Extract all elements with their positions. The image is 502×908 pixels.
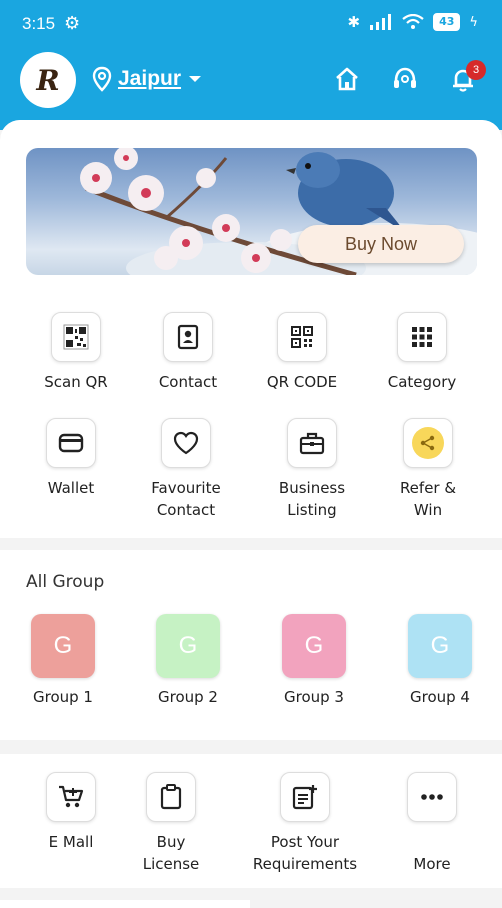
location-selector[interactable]: Jaipur [92, 66, 203, 92]
grid-icon [397, 312, 447, 362]
qr-code-action[interactable]: QR CODE [244, 312, 360, 393]
app-header: R Jaipur 3 [0, 44, 502, 130]
qr-code-icon [277, 312, 327, 362]
bluetooth-icon: ✱ [347, 13, 361, 31]
category-action[interactable]: Category [364, 312, 480, 393]
group-1-avatar: G [31, 614, 95, 678]
share-icon [403, 418, 453, 468]
group-3-avatar: G [282, 614, 346, 678]
app-logo[interactable]: R [20, 52, 76, 108]
signal-icon [370, 14, 392, 30]
refer-win-action[interactable]: Refer & Win [370, 418, 486, 521]
group-1-label: Group 1 [33, 688, 93, 706]
e-mall-action[interactable]: E Mall [13, 772, 129, 853]
charging-icon: ϟ [469, 14, 478, 30]
more-label: More [413, 855, 451, 873]
briefcase-icon [287, 418, 337, 468]
e-mall-label: E Mall [48, 833, 94, 851]
groups-title: All Group [26, 572, 105, 592]
settings-gear-icon: ⚙ [64, 13, 81, 34]
home-button[interactable] [332, 64, 362, 94]
contact-icon [163, 312, 213, 362]
favourite-contact-label: Favourite Contact [151, 479, 221, 519]
main-content: Buy Now Scan QR Contact QR CODE Category… [0, 120, 502, 908]
group-3[interactable]: G Group 3 [264, 614, 364, 706]
contact-action[interactable]: Contact [130, 312, 246, 393]
status-bar: 3:15 ⚙ ✱ 43 ϟ [0, 0, 502, 44]
wallet-label: Wallet [47, 479, 95, 497]
status-time: 3:15 [22, 14, 56, 33]
city-name[interactable]: Jaipur [118, 67, 181, 91]
heart-icon [161, 418, 211, 468]
promo-banner[interactable]: Buy Now [26, 148, 477, 275]
support-button[interactable] [390, 64, 420, 94]
contact-label: Contact [158, 373, 218, 391]
group-2-label: Group 2 [158, 688, 218, 706]
wallet-action[interactable]: Wallet [13, 418, 129, 499]
scan-qr-action[interactable]: Scan QR [18, 312, 134, 393]
headset-icon [394, 67, 416, 88]
group-4[interactable]: G Group 4 [390, 614, 490, 706]
qr-code-label: QR CODE [266, 373, 338, 391]
buy-license-label: Buy License [142, 833, 200, 873]
buy-now-button[interactable]: Buy Now [298, 225, 464, 263]
favourite-contact-action[interactable]: Favourite Contact [128, 418, 244, 521]
services-card: E Mall Buy License Post Your Requirement… [0, 754, 502, 888]
scan-qr-label: Scan QR [44, 373, 108, 391]
refer-win-label: Refer & Win [399, 479, 457, 519]
cart-icon [46, 772, 96, 822]
status-icons: ✱ 43 ϟ [348, 13, 478, 31]
group-2-avatar: G [156, 614, 220, 678]
next-card-edge [0, 900, 250, 908]
battery-indicator: 43 [433, 13, 461, 31]
qr-scan-icon [51, 312, 101, 362]
chevron-down-icon [189, 76, 202, 82]
notifications-button[interactable]: 3 [448, 60, 486, 94]
logo-letter: R [36, 63, 60, 97]
header-actions: 3 [332, 60, 486, 94]
group-3-label: Group 3 [284, 688, 344, 706]
group-4-label: Group 4 [410, 688, 470, 706]
wallet-icon [46, 418, 96, 468]
clipboard-icon [146, 772, 196, 822]
quick-actions-card: Buy Now Scan QR Contact QR CODE Category… [0, 120, 502, 538]
post-requirements-label: Post Your Requirements [252, 833, 358, 873]
group-4-avatar: G [408, 614, 472, 678]
category-label: Category [387, 373, 457, 391]
post-icon [280, 772, 330, 822]
notification-badge: 3 [466, 60, 486, 80]
wifi-icon [402, 14, 424, 29]
buy-license-action[interactable]: Buy License [113, 772, 229, 875]
location-pin-icon [92, 66, 112, 92]
group-2[interactable]: G Group 2 [138, 614, 238, 706]
more-icon [407, 772, 457, 822]
business-listing-label: Business Listing [278, 479, 346, 519]
groups-card: All Group G Group 1 G Group 2 G Group 3 … [0, 550, 502, 740]
business-listing-action[interactable]: Business Listing [254, 418, 370, 521]
post-requirements-action[interactable]: Post Your Requirements [247, 772, 363, 875]
more-action[interactable]: More [374, 772, 490, 875]
group-1[interactable]: G Group 1 [13, 614, 113, 706]
home-icon [336, 67, 358, 91]
